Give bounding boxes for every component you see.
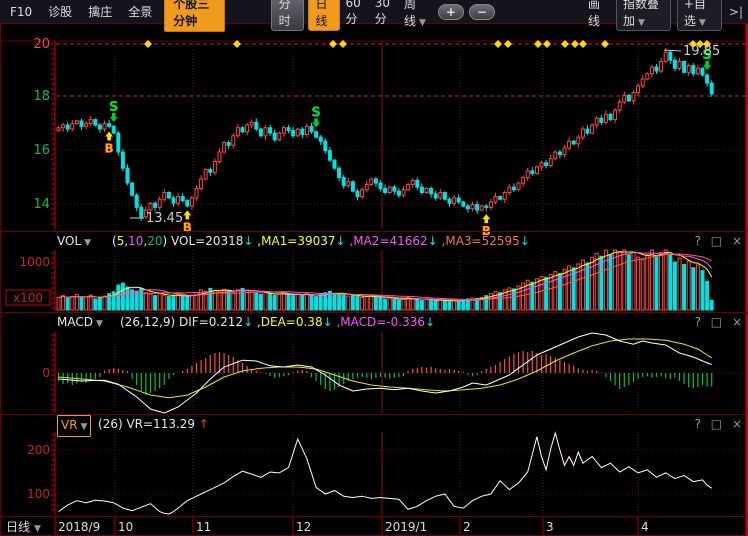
volume-bars [57,250,713,310]
x-axis: 日线 ▼ 2018/9 10 11 12 2019/1 2 3 4 [6,517,649,535]
svg-text:2018/9: 2018/9 [58,520,100,534]
draw-line-button[interactable]: 画线 [583,0,610,31]
zoom-in-button[interactable]: + [438,4,464,20]
stock-3min-button[interactable]: 个股三分钟 [164,0,224,32]
svg-text:2: 2 [463,520,471,534]
close-icon[interactable]: × [732,234,742,248]
chevron-down-icon: ▼ [84,238,91,248]
maximize-icon[interactable]: □ [711,417,722,431]
svg-text:12: 12 [296,520,311,534]
indicator-value-text: ↓ [323,315,333,329]
macd-indicator-dropdown[interactable]: MACD▼ [57,313,103,333]
svg-text:11: 11 [196,520,211,534]
chevron-down-icon: ▼ [699,18,706,28]
indicator-value-text: ,MA1=39037 [253,234,335,248]
svg-text:▼: ▼ [34,524,41,534]
svg-text:3: 3 [546,520,554,534]
vr-indicator-dropdown[interactable]: VR▼ [57,415,91,437]
weekly-dropdown[interactable]: 周线▼ [399,0,433,31]
vr-line [59,433,712,514]
panorama-button[interactable]: 全景 [122,1,158,22]
help-icon[interactable]: ? [695,315,701,329]
indicator-value-text: ) [163,234,172,248]
svg-text:100: 100 [27,487,50,501]
indicator-value-text: ,DEA=0.38 [253,315,322,329]
svg-text:20: 20 [33,37,50,52]
macd-indicator-values: (26,12,9) DIF=0.212↓ ,DEA=0.38↓ ,MACD=-0… [120,313,435,331]
svg-text:16: 16 [33,143,50,158]
expand-panel-icon[interactable]: >| [724,3,748,21]
maximize-icon[interactable]: □ [711,234,722,248]
indicator-value-text: (26) [98,417,126,431]
chevron-down-icon: ▼ [96,319,103,329]
svg-text:4: 4 [641,520,649,534]
chart-canvas[interactable]: 201816141000x1000200100BSBSBS13.4519.85日… [0,0,748,536]
indicator-value-text: 10 [128,234,143,248]
maximize-icon[interactable]: □ [711,315,722,329]
indicator-value-text: DIF=0.212 [179,315,243,329]
daily-tab[interactable]: 日线 [308,0,341,31]
indicator-value-text: VOL=20318 [171,234,243,248]
vol-indicator-values: (5,10,20) VOL=20318↓ ,MA1=39037↓ ,MA2=41… [112,232,530,250]
close-icon[interactable]: × [732,417,742,431]
macd-panel-header: MACD▼ (26,12,9) DIF=0.212↓ ,DEA=0.38↓ ,M… [0,313,748,331]
indicator-value-text: ,MACD=-0.336 [333,315,425,329]
indicator-value-text: ,MA2=41662 [346,234,428,248]
vol-indicator-dropdown[interactable]: VOL▼ [57,232,91,252]
30min-tab[interactable]: 30分 [370,0,399,29]
indicator-value-text: ↓ [243,234,253,248]
add-watchlist-dropdown[interactable]: +自选▼ [677,0,722,31]
svg-text:S: S [311,105,320,120]
vr-panel-header: VR▼ (26) VR=113.29 ↑ ? □ × [0,415,748,433]
svg-text:10: 10 [118,520,133,534]
chevron-down-icon: ▼ [81,422,88,432]
indicator-value-text: ↓ [428,234,438,248]
indicator-value-text: 20 [147,234,162,248]
svg-text:日线: 日线 [6,520,30,534]
price-callouts: 13.45 19.85 [130,44,720,226]
svg-text:13.45: 13.45 [146,211,183,226]
svg-text:14: 14 [33,197,50,212]
svg-text:19.85: 19.85 [683,44,720,59]
chevron-down-icon: ▼ [419,18,426,28]
volume-panel-header: VOL▼ (5,10,20) VOL=20318↓ ,MA1=39037↓ ,M… [0,232,748,250]
intraday-tab[interactable]: 分时 [271,0,304,31]
svg-text:2019/1: 2019/1 [385,520,427,534]
buy-sell-markers: BSBSBS [105,48,712,238]
zoom-out-button[interactable]: − [469,4,495,20]
divider [0,516,748,517]
catch-banker-button[interactable]: 擒庄 [82,1,118,22]
indicator-value-text: ↓ [425,315,435,329]
main-candles [57,48,713,221]
svg-text:18: 18 [33,89,50,104]
indicator-value-text: ↓ [336,234,346,248]
svg-text:1000: 1000 [19,255,50,269]
60min-tab[interactable]: 60分 [340,0,369,29]
indicator-value-text: VR=113.29 [126,417,195,431]
svg-text:S: S [109,100,118,115]
indicator-value-text: ↑ [195,417,209,431]
svg-text:x100: x100 [13,291,43,305]
svg-text:200: 200 [27,443,50,457]
y-axis: 20 18 16 14 1000 x100 0 200 100 [6,37,55,515]
indicator-value-text: ↓ [243,315,253,329]
top-toolbar: F10 诊股 擒庄 全景 个股三分钟 分时 日线 60分 30分 周线▼ + −… [0,0,748,24]
f10-button[interactable]: F10 [4,3,38,21]
index-overlay-dropdown[interactable]: 指数叠加▼ [616,0,671,31]
close-icon[interactable]: × [732,315,742,329]
macd-plot [59,333,712,413]
vr-indicator-values: (26) VR=113.29 ↑ [98,415,209,433]
chevron-down-icon: ▼ [638,18,645,28]
indicator-value-text: ↓ [520,234,530,248]
help-icon[interactable]: ? [695,417,701,431]
help-icon[interactable]: ? [695,234,701,248]
indicator-value-text: ,MA3=52595 [438,234,520,248]
indicator-value-text: (26,12,9) [120,315,179,329]
stock-chart-app: 201816141000x1000200100BSBSBS13.4519.85日… [0,0,748,536]
svg-text:0: 0 [42,366,50,380]
diagnose-stock-button[interactable]: 诊股 [42,1,78,22]
svg-text:B: B [105,142,114,156]
